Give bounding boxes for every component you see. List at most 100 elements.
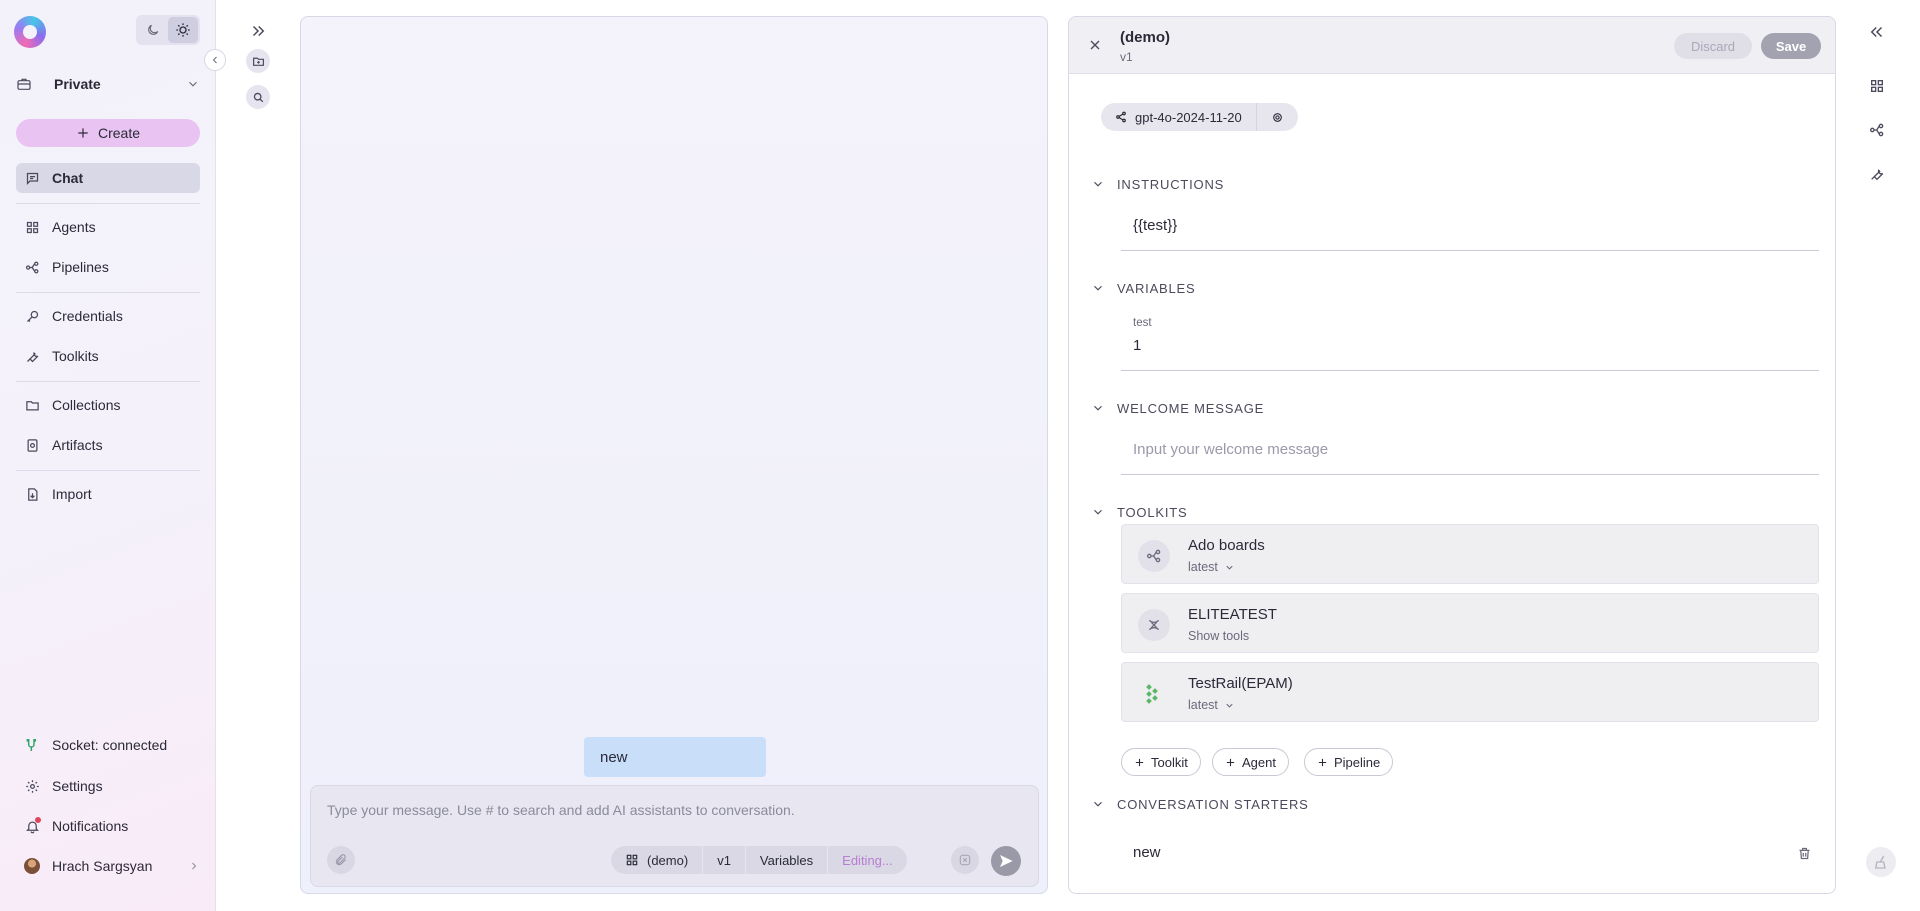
moon-icon[interactable] bbox=[138, 17, 168, 43]
plus-icon bbox=[1318, 758, 1327, 766]
close-icon[interactable] bbox=[1087, 37, 1103, 53]
new-folder-button[interactable] bbox=[246, 49, 270, 73]
sidebar-item-label: Agents bbox=[52, 219, 96, 235]
model-name: gpt-4o-2024-11-20 bbox=[1135, 109, 1242, 125]
sidebar-item-toolkits[interactable]: Toolkits bbox=[16, 341, 200, 371]
workspace-selector[interactable]: Private bbox=[16, 68, 200, 100]
section-conversation-starters[interactable]: CONVERSATION STARTERS bbox=[1091, 794, 1309, 814]
socket-status: Socket: connected bbox=[24, 733, 200, 757]
attach-button[interactable] bbox=[327, 846, 355, 874]
pipeline-icon bbox=[24, 259, 40, 275]
context-agent[interactable]: (demo) bbox=[611, 846, 704, 874]
divider bbox=[16, 381, 200, 382]
sidebar-item-agents[interactable]: Agents bbox=[16, 212, 200, 242]
plus-icon bbox=[78, 128, 88, 138]
sidebar-item-collections[interactable]: Collections bbox=[16, 390, 200, 420]
sidebar-item-label: Import bbox=[52, 486, 92, 502]
broom-button[interactable] bbox=[1866, 847, 1896, 877]
conversation-starter-row[interactable]: new bbox=[1121, 840, 1819, 868]
section-title: CONVERSATION STARTERS bbox=[1117, 796, 1309, 812]
sidebar-item-credentials[interactable]: Credentials bbox=[16, 301, 200, 331]
user-menu[interactable]: Hrach Sargsyan bbox=[24, 854, 200, 878]
workspace-label: Private bbox=[54, 76, 101, 92]
settings-item[interactable]: Settings bbox=[24, 774, 200, 798]
create-button[interactable]: Create bbox=[16, 119, 200, 147]
divider bbox=[16, 470, 200, 471]
add-agent-button[interactable]: Agent bbox=[1212, 748, 1289, 776]
theme-toggle bbox=[136, 15, 200, 45]
testrail-icon bbox=[1138, 678, 1170, 710]
toolkit-card[interactable]: TestRail(EPAM) latest bbox=[1121, 662, 1819, 722]
chevron-down-icon bbox=[1226, 703, 1233, 708]
message-composer[interactable]: Type your message. Use # to search and a… bbox=[310, 785, 1039, 887]
discard-button[interactable]: Discard bbox=[1674, 33, 1752, 59]
collapse-right-panel-button[interactable] bbox=[1866, 21, 1888, 43]
sidebar: Private Create Chat Agents Pipelines Cre… bbox=[0, 0, 216, 911]
instructions-field[interactable]: {{test}} bbox=[1121, 203, 1819, 251]
variable-field[interactable]: test 1 bbox=[1121, 307, 1819, 371]
clear-context-button[interactable] bbox=[951, 846, 979, 874]
section-variables[interactable]: VARIABLES bbox=[1091, 278, 1196, 298]
expand-panel-button[interactable] bbox=[246, 19, 270, 43]
agents-rail-button[interactable] bbox=[1866, 75, 1888, 97]
broom-icon bbox=[1874, 855, 1886, 869]
sidebar-item-label: Collections bbox=[52, 397, 121, 413]
toolkit-name: TestRail(EPAM) bbox=[1188, 675, 1293, 692]
editor-header: (demo) v1 Discard Save bbox=[1069, 17, 1835, 74]
toolkit-card[interactable]: ELITEATEST Show tools bbox=[1121, 593, 1819, 653]
pipeline-icon bbox=[1138, 540, 1170, 572]
toolkit-card[interactable]: Ado boards latest bbox=[1121, 524, 1819, 584]
welcome-message-input[interactable]: Input your welcome message bbox=[1121, 427, 1819, 475]
notification-dot bbox=[35, 817, 41, 823]
sidebar-item-import[interactable]: Import bbox=[16, 479, 200, 509]
context-variables[interactable]: Variables bbox=[746, 846, 829, 874]
chevron-down-icon bbox=[1091, 797, 1105, 811]
model-selector: gpt-4o-2024-11-20 bbox=[1101, 103, 1298, 131]
sidebar-item-label: Pipelines bbox=[52, 259, 109, 275]
chat-icon bbox=[24, 170, 40, 186]
sidebar-item-chat[interactable]: Chat bbox=[16, 163, 200, 193]
sun-icon[interactable] bbox=[168, 17, 198, 43]
context-version[interactable]: v1 bbox=[703, 846, 746, 874]
toolkits-rail-button[interactable] bbox=[1866, 163, 1888, 185]
model-name-button[interactable]: gpt-4o-2024-11-20 bbox=[1101, 103, 1256, 131]
user-name: Hrach Sargsyan bbox=[52, 858, 153, 874]
settings-icon bbox=[1272, 112, 1282, 122]
chevron-down-icon bbox=[1091, 401, 1105, 415]
chevron-down-icon bbox=[1091, 281, 1105, 295]
conversation-starter-text: new bbox=[1133, 844, 1161, 861]
variable-value: 1 bbox=[1133, 337, 1142, 354]
collapse-sidebar-button[interactable] bbox=[204, 49, 226, 71]
notifications-item[interactable]: Notifications bbox=[24, 814, 200, 838]
section-title: VARIABLES bbox=[1117, 280, 1196, 296]
save-button[interactable]: Save bbox=[1761, 33, 1821, 59]
sidebar-item-pipelines[interactable]: Pipelines bbox=[16, 252, 200, 282]
app-logo[interactable] bbox=[14, 16, 46, 48]
variable-name: test bbox=[1133, 317, 1152, 329]
trash-icon[interactable] bbox=[1797, 846, 1813, 862]
section-toolkits[interactable]: TOOLKITS bbox=[1091, 502, 1187, 522]
section-instructions[interactable]: INSTRUCTIONS bbox=[1091, 174, 1224, 194]
section-welcome-message[interactable]: WELCOME MESSAGE bbox=[1091, 398, 1264, 418]
send-button[interactable] bbox=[991, 846, 1021, 876]
toolkit-version: latest bbox=[1188, 560, 1218, 574]
double-chevron-left-icon bbox=[1870, 26, 1883, 38]
avatar bbox=[24, 858, 40, 874]
grid-icon bbox=[626, 854, 638, 866]
add-pipeline-button[interactable]: Pipeline bbox=[1304, 748, 1394, 776]
divider bbox=[16, 203, 200, 204]
conversation-starter-chip[interactable]: new bbox=[584, 737, 766, 777]
show-tools-link[interactable]: Show tools bbox=[1188, 629, 1249, 643]
model-settings-button[interactable] bbox=[1255, 103, 1298, 131]
toolkit-version-selector[interactable]: latest bbox=[1188, 560, 1235, 574]
chevron-down-icon bbox=[1091, 505, 1105, 519]
search-button[interactable] bbox=[246, 85, 270, 109]
add-toolkit-button[interactable]: Toolkit bbox=[1121, 748, 1201, 776]
agent-title: (demo) bbox=[1120, 29, 1170, 46]
socket-label: Socket: connected bbox=[52, 737, 168, 753]
chevron-down-icon bbox=[1091, 177, 1105, 191]
agent-editor-panel: (demo) v1 Discard Save gpt-4o-2024-11-20… bbox=[1068, 16, 1836, 894]
sidebar-item-artifacts[interactable]: Artifacts bbox=[16, 430, 200, 460]
pipelines-rail-button[interactable] bbox=[1866, 119, 1888, 141]
toolkit-version-selector[interactable]: latest bbox=[1188, 698, 1235, 712]
